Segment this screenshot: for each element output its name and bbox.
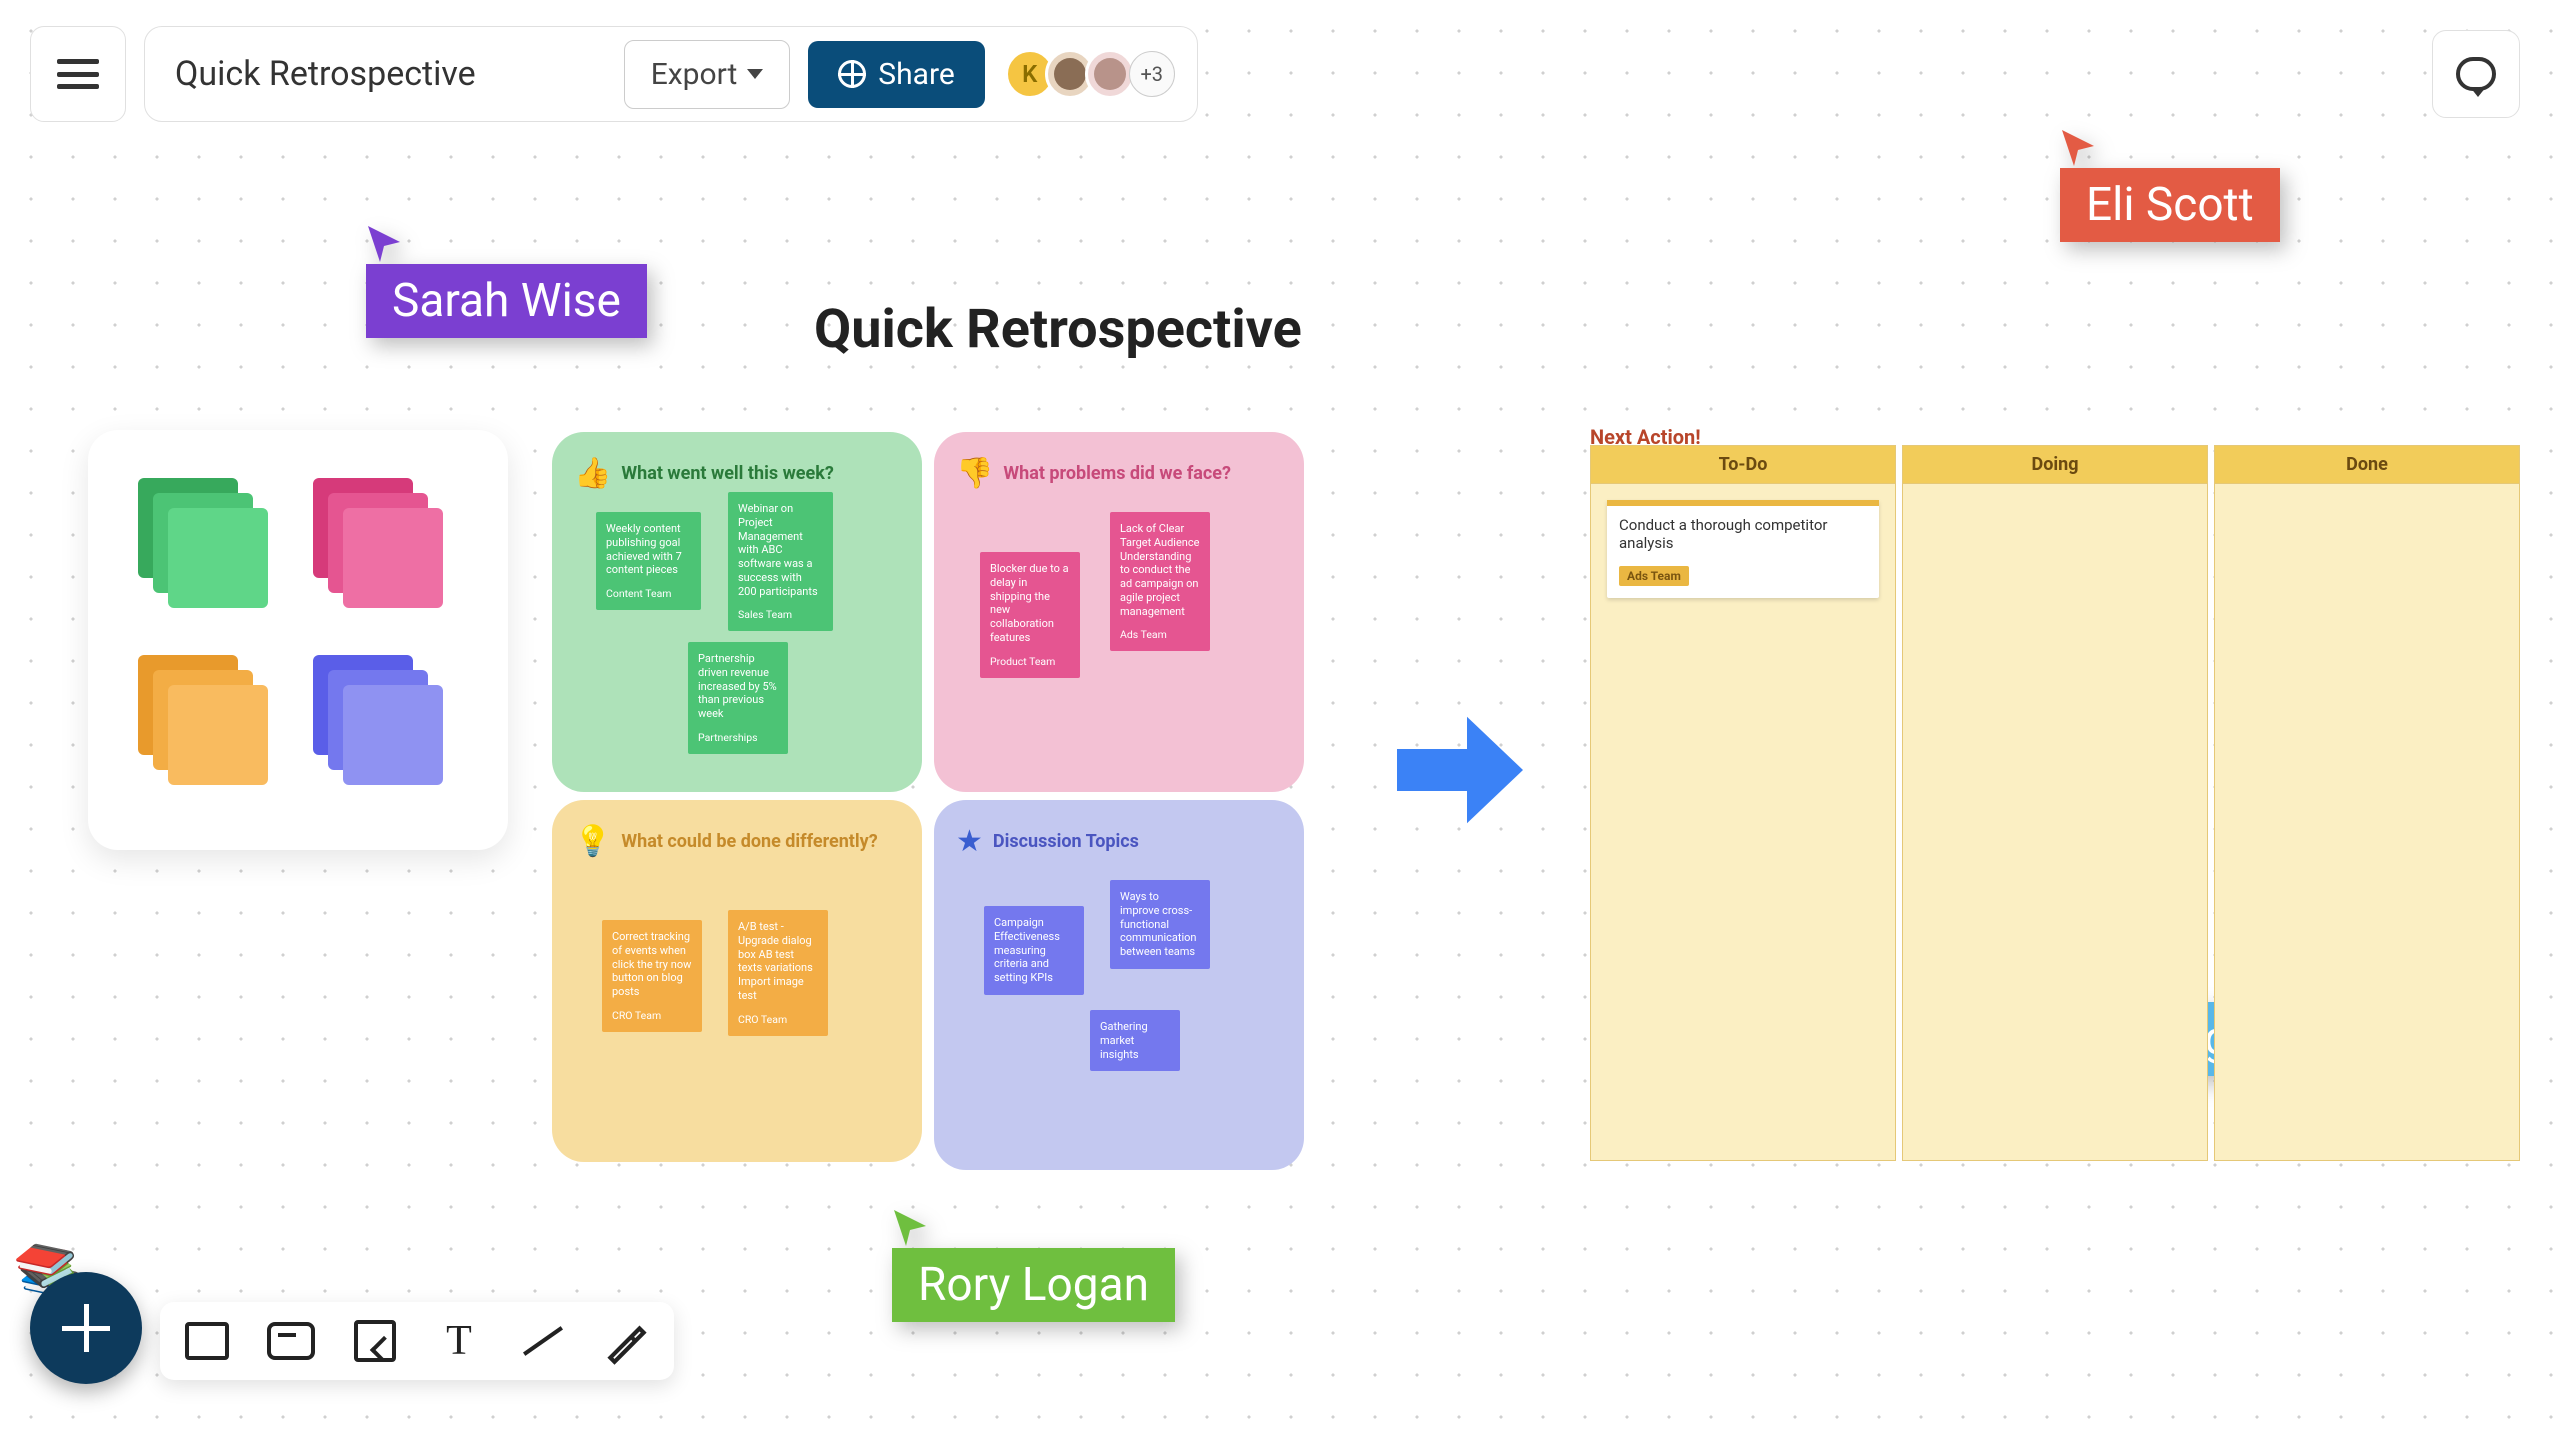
chevron-down-icon <box>747 69 763 79</box>
export-button[interactable]: Export <box>624 40 791 109</box>
remote-cursor-rory: Rory Logan <box>892 1208 1175 1322</box>
remote-name-tag: Eli Scott <box>2060 168 2280 242</box>
panel-title: What could be done differently? <box>621 831 877 852</box>
sticky-stack-orange[interactable] <box>138 655 268 785</box>
avatar[interactable] <box>1085 49 1135 99</box>
line-tool[interactable] <box>518 1316 568 1366</box>
export-label: Export <box>651 57 738 92</box>
sticky-note[interactable]: Campaign Effectiveness measuring criteri… <box>984 906 1084 995</box>
globe-icon <box>838 60 866 88</box>
top-bar: Quick Retrospective Export Share K +3 <box>30 26 1198 122</box>
more-collaborators-badge[interactable]: +3 <box>1129 51 1175 97</box>
sticky-note[interactable]: Webinar on Project Management with ABC s… <box>728 492 833 631</box>
sticky-palette[interactable] <box>88 430 508 850</box>
panel-problems[interactable]: 👎 What problems did we face? Blocker due … <box>934 432 1304 792</box>
kanban-column-done[interactable]: Done <box>2214 445 2520 1161</box>
column-header: To-Do <box>1591 446 1895 484</box>
sticky-note[interactable]: Ways to improve cross-functional communi… <box>1110 880 1210 969</box>
share-button[interactable]: Share <box>808 41 984 108</box>
sticky-note[interactable]: Correct tracking of events when click th… <box>602 920 702 1032</box>
main-menu-button[interactable] <box>30 26 126 122</box>
column-header: Done <box>2215 446 2519 484</box>
panel-went-well[interactable]: 👍 What went well this week? Weekly conten… <box>552 432 922 792</box>
remote-cursor-sarah: Sarah Wise <box>366 224 647 338</box>
shape-tool[interactable] <box>182 1316 232 1366</box>
remote-name-tag: Rory Logan <box>892 1248 1175 1322</box>
kanban-board[interactable]: To-Do Conduct a thorough competitor anal… <box>1590 445 2520 1161</box>
comments-button[interactable] <box>2432 30 2520 118</box>
card-text: Conduct a thorough competitor analysis <box>1607 506 1879 564</box>
sticky-tool[interactable] <box>350 1316 400 1366</box>
star-icon: ★ <box>956 824 983 859</box>
column-header: Doing <box>1903 446 2207 484</box>
panel-differently[interactable]: 💡 What could be done differently? Correct… <box>552 800 922 1162</box>
sticky-note[interactable]: Blocker due to a delay in shipping the n… <box>980 552 1080 678</box>
board-title: Quick Retrospective <box>814 298 1302 361</box>
sticky-note[interactable]: Partnership driven revenue increased by … <box>688 642 788 754</box>
remote-name-tag: Sarah Wise <box>366 264 647 338</box>
remote-cursor-eli: Eli Scott <box>2060 128 2280 242</box>
sticky-note[interactable]: Gathering market insights <box>1090 1010 1180 1071</box>
card-tag: Ads Team <box>1619 566 1689 586</box>
chat-bubble-icon <box>2456 57 2496 91</box>
kanban-column-todo[interactable]: To-Do Conduct a thorough competitor anal… <box>1590 445 1896 1161</box>
share-label: Share <box>878 57 954 92</box>
text-tool[interactable]: T <box>434 1316 484 1366</box>
panel-title: What problems did we face? <box>1003 463 1231 484</box>
thumbs-up-icon: 👍 <box>574 456 611 491</box>
sticky-stack-green[interactable] <box>138 478 268 608</box>
panel-title: Discussion Topics <box>993 831 1139 852</box>
lightbulb-icon: 💡 <box>574 824 611 859</box>
sticky-stack-purple[interactable] <box>313 655 443 785</box>
highlighter-tool[interactable] <box>602 1316 652 1366</box>
card-tool[interactable] <box>266 1316 316 1366</box>
panel-discussion[interactable]: ★ Discussion Topics Campaign Effectivenes… <box>934 800 1304 1170</box>
sticky-note[interactable]: Lack of Clear Target Audience Understand… <box>1110 512 1210 651</box>
sticky-stack-pink[interactable] <box>313 478 443 608</box>
kanban-column-doing[interactable]: Doing <box>1902 445 2208 1161</box>
add-button[interactable] <box>30 1272 142 1384</box>
hamburger-icon <box>57 59 99 89</box>
kanban-card[interactable]: Conduct a thorough competitor analysis A… <box>1607 500 1879 598</box>
thumbs-down-icon: 👎 <box>956 456 993 491</box>
arrow-right-icon <box>1390 700 1530 840</box>
document-title[interactable]: Quick Retrospective <box>175 54 476 94</box>
sticky-note[interactable]: A/B test - Upgrade dialog box AB test te… <box>728 910 828 1036</box>
sticky-note[interactable]: Weekly content publishing goal achieved … <box>596 512 701 610</box>
collaborator-avatars: K +3 <box>1015 49 1175 99</box>
panel-title: What went well this week? <box>621 463 833 484</box>
tool-tray: T <box>160 1302 674 1380</box>
document-toolbar: Quick Retrospective Export Share K +3 <box>144 26 1198 122</box>
